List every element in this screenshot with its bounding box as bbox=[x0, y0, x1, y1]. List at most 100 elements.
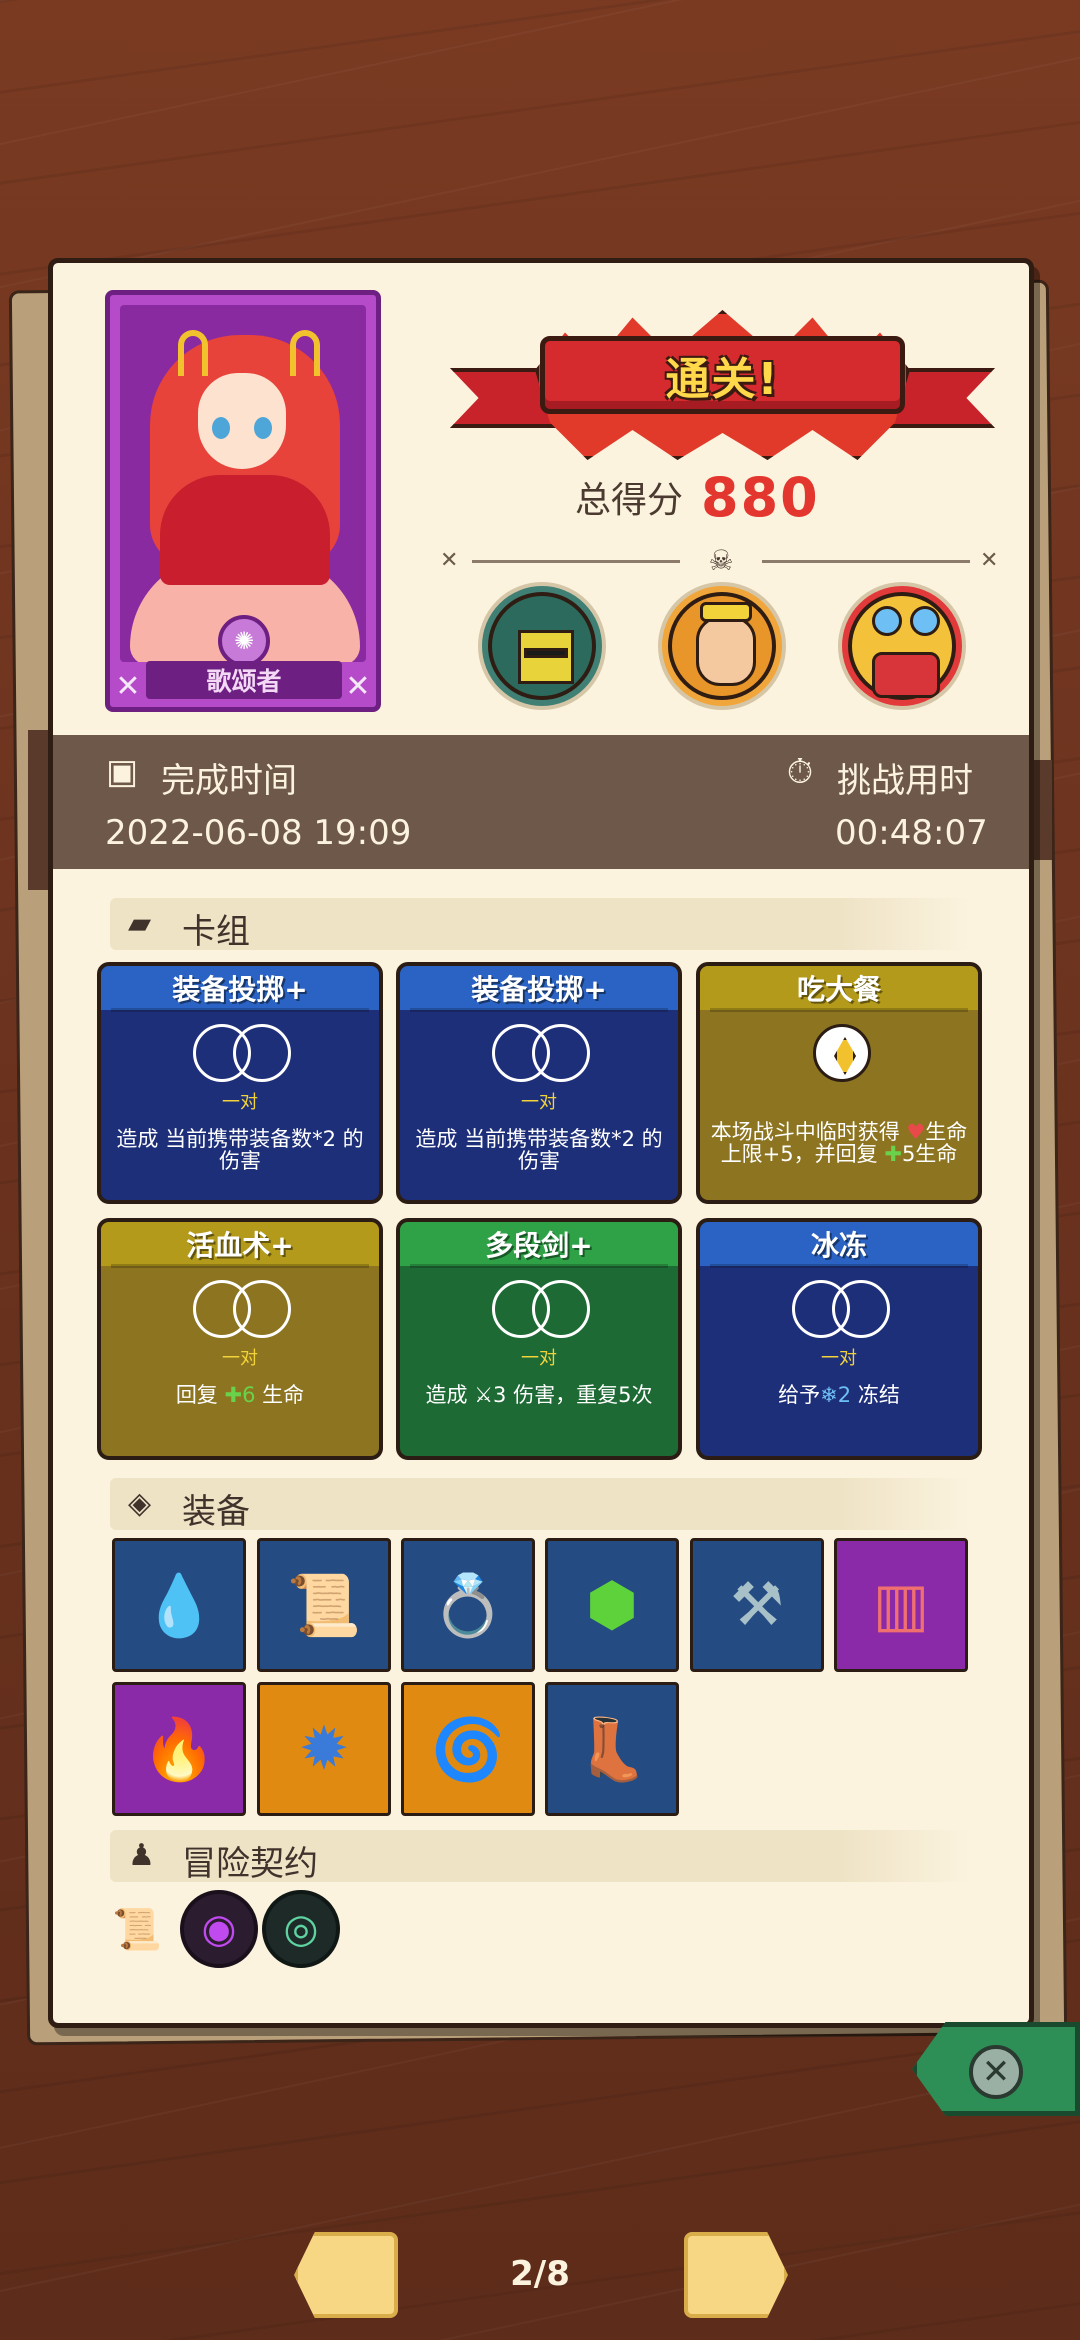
pair-icon bbox=[492, 1280, 592, 1340]
paper-edge-left bbox=[28, 730, 50, 890]
card-pair-label: 一对 bbox=[821, 1348, 857, 1369]
lion-face bbox=[696, 616, 756, 686]
beast-eye bbox=[910, 606, 940, 636]
card-description: 给予❄2 冻结 bbox=[778, 1383, 900, 1407]
card-pair-label: 一对 bbox=[222, 1348, 258, 1369]
cards-icon: ▰ bbox=[128, 906, 152, 941]
page-indicator: 2/8 bbox=[510, 2254, 570, 2294]
boss-divider: ✕ ☠ ✕ bbox=[440, 546, 1005, 576]
card-item[interactable]: 装备投掷+ 一对 造成 当前携带装备数*2 的伤害 bbox=[396, 962, 682, 1204]
card-item[interactable]: 装备投掷+ 一对 造成 当前携带装备数*2 的伤害 bbox=[97, 962, 383, 1204]
ring-item[interactable]: 💍 bbox=[401, 1538, 535, 1672]
hero-portrait-art bbox=[120, 305, 366, 662]
snowflake-icon: ❄ bbox=[820, 1383, 838, 1407]
complete-time-label: 完成时间 bbox=[161, 761, 297, 801]
complete-time-value: 2022-06-08 19:09 bbox=[105, 813, 412, 853]
boot-item[interactable]: 👢 bbox=[545, 1682, 679, 1816]
flame-icon: 🔥 bbox=[141, 1714, 217, 1785]
water-drop-item[interactable]: 💧 bbox=[112, 1538, 246, 1672]
pillar-item[interactable]: ▥ bbox=[834, 1538, 968, 1672]
scroll-item[interactable]: 📜 bbox=[257, 1538, 391, 1672]
score-label: 总得分 bbox=[575, 480, 684, 521]
plus-icon: ✚ bbox=[224, 1383, 243, 1407]
sword-icon: ⚔ bbox=[474, 1383, 494, 1407]
box-icon: ◈ bbox=[128, 1486, 152, 1521]
deck-section-header: ▰ 卡组 bbox=[110, 898, 970, 952]
hero-body bbox=[160, 475, 330, 585]
knight-boss-avatar[interactable] bbox=[478, 582, 606, 710]
pair-icon bbox=[193, 1024, 293, 1084]
scroll-contract-icon[interactable]: 📜 bbox=[98, 1890, 176, 1968]
knight-eye-slit bbox=[524, 648, 568, 658]
person-icon: ♟ bbox=[128, 1838, 155, 1873]
antler-icon bbox=[178, 330, 208, 376]
card-title: 多段剑+ bbox=[400, 1222, 678, 1268]
cross-icon: ✕ bbox=[440, 548, 459, 573]
pair-icon bbox=[492, 1024, 592, 1084]
score-value: 880 bbox=[701, 465, 820, 529]
equipment-section-header: ◈ 装备 bbox=[110, 1478, 970, 1532]
spiked-ball-icon: ✹ bbox=[298, 1714, 350, 1784]
heart-icon: ♥ bbox=[906, 1120, 926, 1144]
medal-icon: ✺ bbox=[218, 615, 270, 667]
beast-eye bbox=[872, 606, 902, 636]
green-ring-contract-icon[interactable]: ◎ bbox=[262, 1890, 340, 1968]
boot-icon: 👢 bbox=[574, 1714, 650, 1785]
card-title: 装备投掷+ bbox=[101, 966, 379, 1012]
bone-icon: ✕ bbox=[115, 669, 141, 704]
card-item[interactable]: 冰冻 一对 给予❄2 冻结 bbox=[696, 1218, 982, 1460]
card-description: 本场战斗中临时获得 ♥生命上限+5，并回复 ✚5生命 bbox=[710, 1120, 968, 1166]
card-title: 装备投掷+ bbox=[400, 966, 678, 1012]
scythe-item[interactable]: ⚒ bbox=[690, 1538, 824, 1672]
score-row: 总得分 880 bbox=[575, 462, 820, 532]
emerald-item[interactable]: ⬢ bbox=[545, 1538, 679, 1672]
emerald-icon: ⬢ bbox=[585, 1570, 639, 1640]
lion-boss-avatar[interactable] bbox=[658, 582, 786, 710]
victory-banner: 通关! bbox=[450, 300, 995, 470]
previous-page-button[interactable] bbox=[294, 2232, 398, 2318]
bone-icon: ✕ bbox=[345, 669, 371, 704]
banner-ribbon: 通关! bbox=[540, 336, 905, 414]
card-item[interactable]: 活血术+ 一对 回复 ✚6 生命 bbox=[97, 1218, 383, 1460]
horn-item[interactable]: 🌀 bbox=[401, 1682, 535, 1816]
pillar-icon: ▥ bbox=[872, 1570, 930, 1640]
equipment-section-title: 装备 bbox=[182, 1492, 250, 1532]
banner-title: 通关! bbox=[665, 354, 780, 405]
card-item[interactable]: 吃大餐 本场战斗中临时获得 ♥生命上限+5，并回复 ✚5生命 bbox=[696, 962, 982, 1204]
scroll-icon: 📜 bbox=[286, 1570, 362, 1641]
spiked-ball-item[interactable]: ✹ bbox=[257, 1682, 391, 1816]
ring-icon: 💍 bbox=[430, 1570, 506, 1641]
card-description: 回复 ✚6 生命 bbox=[175, 1383, 305, 1407]
card-description: 造成 ⚔3 伤害，重复5次 bbox=[425, 1383, 653, 1407]
scythe-icon: ⚒ bbox=[730, 1570, 784, 1640]
cross-icon: ✕ bbox=[980, 548, 999, 573]
card-description: 造成 当前携带装备数*2 的伤害 bbox=[116, 1127, 364, 1173]
contract-section-header: ♟ 冒险契约 bbox=[110, 1830, 970, 1884]
contract-section-title: 冒险契约 bbox=[182, 1844, 318, 1884]
hero-eye bbox=[212, 417, 230, 439]
pair-icon bbox=[193, 1280, 293, 1340]
card-title: 冰冻 bbox=[700, 1222, 978, 1268]
pair-icon bbox=[792, 1280, 892, 1340]
divider-line bbox=[472, 560, 680, 563]
lion-crown bbox=[700, 602, 752, 622]
card-item[interactable]: 多段剑+ 一对 造成 ⚔3 伤害，重复5次 bbox=[396, 1218, 682, 1460]
divider-line bbox=[762, 560, 970, 563]
flame-item[interactable]: 🔥 bbox=[112, 1682, 246, 1816]
time-bar: ▣ 完成时间 2022-06-08 19:09 ⏱ 挑战用时 00:48:07 bbox=[53, 735, 1029, 869]
horn-icon: 🌀 bbox=[430, 1714, 506, 1785]
hero-name: 歌颂者 bbox=[146, 661, 342, 699]
diamond-icon bbox=[813, 1024, 871, 1082]
card-pair-label: 一对 bbox=[521, 1348, 557, 1369]
hero-portrait-card[interactable]: ✺ ✕ ✕ 歌颂者 bbox=[105, 290, 381, 712]
close-button[interactable]: ✕ bbox=[912, 2022, 1080, 2116]
beast-boss-avatar[interactable] bbox=[838, 582, 966, 710]
purple-eye-contract-icon[interactable]: ◉ bbox=[180, 1890, 258, 1968]
next-page-button[interactable] bbox=[684, 2232, 788, 2318]
skull-icon: ☠ bbox=[708, 544, 734, 577]
card-description: 造成 当前携带装备数*2 的伤害 bbox=[415, 1127, 663, 1173]
card-pair-label: 一对 bbox=[222, 1092, 258, 1113]
card-title: 活血术+ bbox=[101, 1222, 379, 1268]
hero-eye bbox=[254, 417, 272, 439]
card-pair-label: 一对 bbox=[521, 1092, 557, 1113]
